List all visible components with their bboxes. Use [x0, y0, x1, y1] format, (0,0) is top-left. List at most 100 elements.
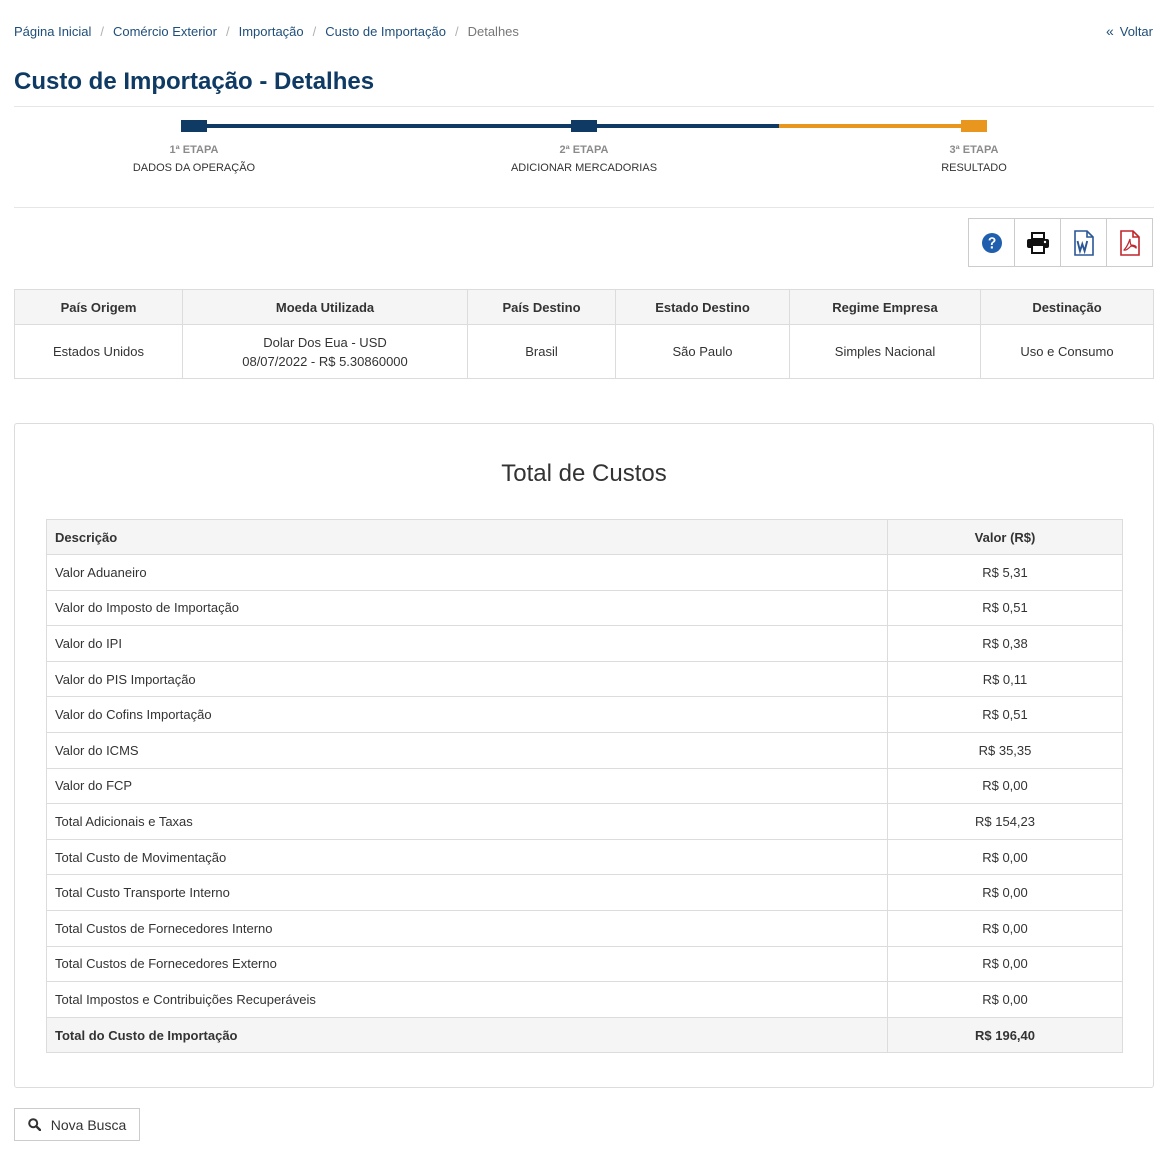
step-2-name: ADICIONAR MERCADORIAS [510, 162, 658, 174]
operation-info-table: País Origem Moeda Utilizada País Destino… [14, 289, 1154, 379]
table-row: Estados Unidos Dolar Dos Eua - USD 08/07… [14, 324, 1154, 379]
total-value: R$ 196,40 [887, 1016, 1123, 1054]
breadcrumb-item-comercio-exterior[interactable]: Comércio Exterior [113, 24, 217, 39]
step-1-number: 1ª ETAPA [169, 144, 219, 156]
step-marker-2 [571, 120, 597, 132]
table-row: Valor do IPI R$ 0,38 [46, 625, 1123, 662]
cost-value: R$ 0,38 [887, 625, 1123, 662]
total-label: Total do Custo de Importação [46, 1016, 888, 1054]
new-search-button[interactable]: Nova Busca [14, 1108, 140, 1141]
table-row: Total Custo de Movimentação R$ 0,00 [46, 838, 1123, 876]
table-row: Total Impostos e Contribuições Recuperáv… [46, 981, 1123, 1018]
cost-table: Descrição Valor (R$) Valor Aduaneiro R$ 5… [46, 519, 1123, 1054]
table-header-row: País Origem Moeda Utilizada País Destino… [14, 289, 1154, 325]
header-destinacao: Destinação [980, 289, 1154, 325]
step-3-name: RESULTADO [941, 162, 1007, 174]
breadcrumb-separator: / [100, 23, 104, 39]
cost-label: Valor do PIS Importação [46, 660, 888, 698]
cost-label: Valor Aduaneiro [46, 554, 888, 591]
total-row: Total do Custo de Importação R$ 196,40 [46, 1016, 1123, 1054]
header-pais-origem: País Origem [14, 289, 183, 325]
cost-value: R$ 0,00 [887, 767, 1123, 805]
word-icon [1073, 229, 1094, 256]
double-chevron-left-icon: « [1105, 23, 1114, 39]
pdf-export-button[interactable] [1106, 218, 1153, 267]
divider [14, 207, 1154, 208]
table-header-row: Descrição Valor (R$) [46, 519, 1123, 555]
step-3-number: 3ª ETAPA [949, 144, 999, 156]
table-row: Total Adicionais e Taxas R$ 154,23 [46, 803, 1123, 840]
breadcrumb-item-custo-importacao[interactable]: Custo de Importação [325, 24, 446, 39]
header-regime-empresa: Regime Empresa [789, 289, 981, 325]
print-icon [1026, 231, 1049, 254]
export-toolbar [968, 218, 1153, 267]
breadcrumb-item-importacao[interactable]: Importação [239, 24, 304, 39]
step-1-name: DADOS DA OPERAÇÃO [132, 162, 256, 174]
cost-label: Valor do IPI [46, 625, 888, 662]
table-row: Total Custos de Fornecedores Interno R$ 0… [46, 909, 1123, 947]
cost-label: Total Custo de Movimentação [46, 838, 888, 876]
cost-value: R$ 0,00 [887, 945, 1123, 983]
cost-value: R$ 35,35 [887, 731, 1123, 769]
word-export-button[interactable] [1060, 218, 1107, 267]
table-row: Valor do ICMS R$ 35,35 [46, 731, 1123, 769]
cell-destinacao: Uso e Consumo [980, 324, 1154, 379]
back-link[interactable]: « Voltar [1106, 22, 1153, 40]
help-icon [981, 232, 1002, 253]
currency-name: Dolar Dos Eua - USD [263, 334, 387, 350]
header-estado-destino: Estado Destino [615, 289, 790, 325]
header-descricao: Descrição [46, 519, 888, 555]
help-button[interactable] [968, 218, 1015, 267]
header-valor: Valor (R$) [887, 519, 1123, 555]
breadcrumb-current: Detalhes [467, 23, 519, 39]
cost-label: Valor do Cofins Importação [46, 696, 888, 733]
cell-pais-origem: Estados Unidos [14, 324, 183, 379]
table-row: Valor do Cofins Importação R$ 0,51 [46, 696, 1123, 733]
table-row: Valor Aduaneiro R$ 5,31 [46, 554, 1123, 591]
cost-value: R$ 0,51 [887, 589, 1123, 627]
search-icon [27, 1118, 41, 1131]
table-row: Valor do PIS Importação R$ 0,11 [46, 660, 1123, 698]
table-row: Total Custos de Fornecedores Externo R$ 0… [46, 945, 1123, 983]
breadcrumb-item-home[interactable]: Página Inicial [14, 24, 91, 39]
currency-rate: 08/07/2022 - R$ 5.30860000 [242, 353, 408, 369]
cost-label: Valor do ICMS [46, 731, 888, 769]
table-row: Valor do FCP R$ 0,00 [46, 767, 1123, 805]
cost-label: Valor do Imposto de Importação [46, 589, 888, 627]
back-label: Voltar [1119, 23, 1153, 39]
cell-pais-destino: Brasil [467, 324, 616, 379]
stepper-line-active [779, 124, 973, 128]
divider [14, 106, 1154, 107]
step-2-number: 2ª ETAPA [559, 144, 609, 156]
breadcrumb-separator: / [312, 23, 317, 39]
cost-value: R$ 154,23 [887, 803, 1123, 840]
cell-estado-destino: São Paulo [615, 324, 790, 379]
breadcrumb-separator: / [454, 23, 459, 39]
cost-label: Total Adicionais e Taxas [46, 803, 888, 840]
cost-label: Total Custos de Fornecedores Externo [46, 945, 888, 983]
cost-label: Total Impostos e Contribuições Recuperáv… [46, 981, 888, 1018]
print-button[interactable] [1014, 218, 1061, 267]
cost-value: R$ 0,00 [887, 909, 1123, 947]
page-title: Custo de Importação - Detalhes [14, 68, 375, 95]
cost-label: Valor do FCP [46, 767, 888, 805]
cost-label: Total Custo Transporte Interno [46, 874, 888, 911]
table-row: Valor do Imposto de Importação R$ 0,51 [46, 589, 1123, 627]
table-row: Total Custo Transporte Interno R$ 0,00 [46, 874, 1123, 911]
pdf-icon [1119, 229, 1140, 256]
cost-value: R$ 0,00 [887, 838, 1123, 876]
cell-regime-empresa: Simples Nacional [789, 324, 981, 379]
cost-panel: Total de Custos Descrição Valor (R$) Val… [14, 423, 1154, 1088]
cost-value: R$ 0,11 [887, 660, 1123, 698]
header-pais-destino: País Destino [467, 289, 616, 325]
cost-panel-title: Total de Custos [501, 460, 667, 487]
cost-value: R$ 0,00 [887, 981, 1123, 1018]
header-moeda: Moeda Utilizada [182, 289, 468, 325]
cell-moeda: Dolar Dos Eua - USD 08/07/2022 - R$ 5.30… [182, 324, 468, 379]
breadcrumb-separator: / [225, 23, 230, 39]
breadcrumb: Página Inicial / Comércio Exterior / Imp… [14, 22, 519, 40]
stepper-line-done [194, 124, 779, 128]
cost-value: R$ 5,31 [887, 554, 1123, 591]
step-marker-1 [181, 120, 207, 132]
cost-value: R$ 0,00 [887, 874, 1123, 911]
